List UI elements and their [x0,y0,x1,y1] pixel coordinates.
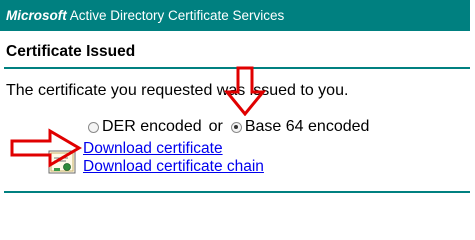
download-certificate-chain-link[interactable]: Download certificate chain [83,158,264,176]
red-arrow-down-icon [224,66,266,116]
header-bar: Microsoft Active Directory Certificate S… [0,0,470,31]
issued-message: The certificate you requested was issued… [6,82,349,99]
der-encoded-radio[interactable] [88,121,99,133]
base64-encoded-label[interactable]: Base 64 encoded [245,118,370,136]
encoding-options: DER encoded or Base 64 encoded [88,117,369,137]
download-certificate-link[interactable]: Download certificate [83,140,223,158]
der-encoded-label[interactable]: DER encoded [102,118,202,136]
red-arrow-right-icon [10,128,82,168]
base64-encoded-radio[interactable] [230,121,242,133]
bottom-divider [4,191,470,193]
header-title: Active Directory Certificate Services [66,8,285,23]
page-title: Certificate Issued [6,43,136,60]
microsoft-brand: Microsoft [6,8,67,23]
encoding-separator: or [208,118,223,135]
